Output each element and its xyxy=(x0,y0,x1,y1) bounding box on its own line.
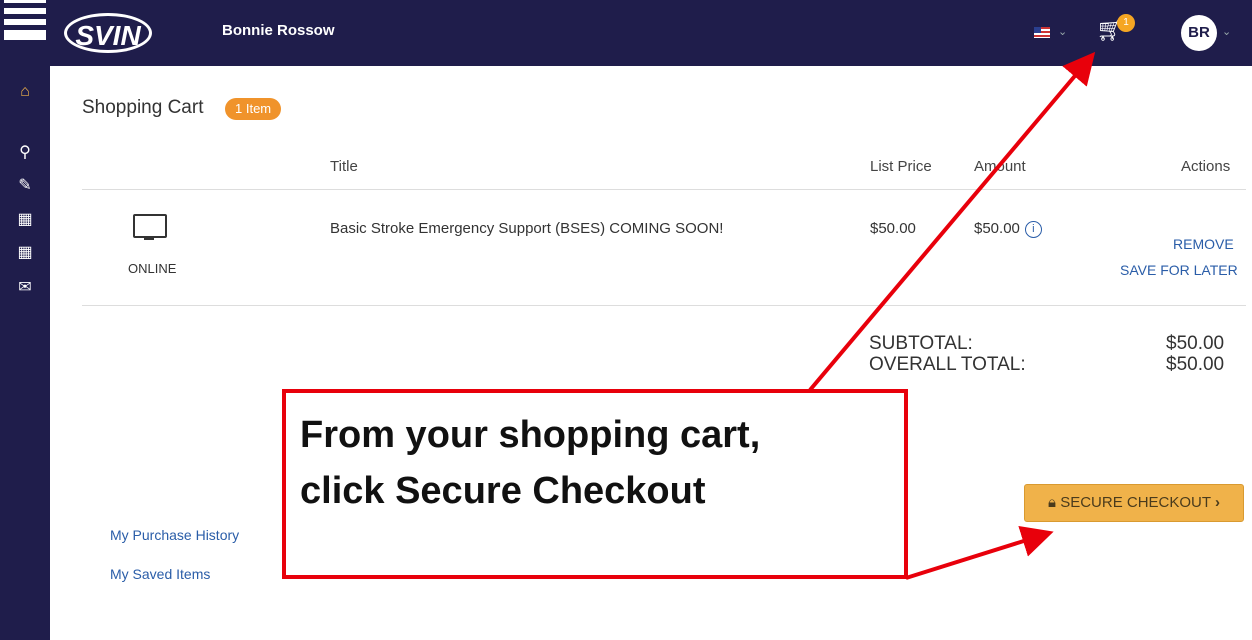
annotation-arrows xyxy=(808,51,1096,580)
arrow-to-cart xyxy=(808,51,1096,392)
arrow-to-checkout xyxy=(905,525,1054,580)
